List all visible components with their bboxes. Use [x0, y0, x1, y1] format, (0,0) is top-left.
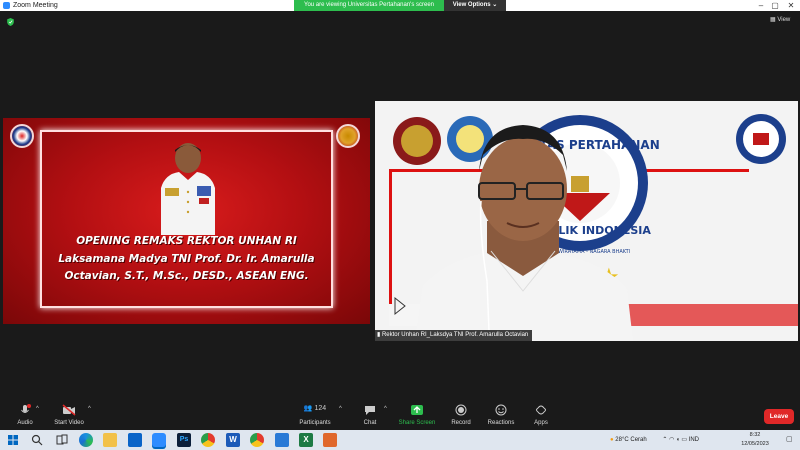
security-shield-icon[interactable]: [7, 18, 14, 26]
battery-icon[interactable]: ▭: [681, 437, 687, 443]
excel-icon[interactable]: X: [299, 433, 313, 447]
search-icon[interactable]: [30, 433, 44, 447]
share-screen-icon: [411, 405, 423, 415]
volume-icon[interactable]: ◖: [676, 437, 680, 443]
view-options-button[interactable]: View Options ⌄: [444, 0, 506, 11]
weather-text[interactable]: 28°C Cerah: [615, 437, 646, 443]
minimize-button[interactable]: –: [754, 0, 768, 11]
clock-date: 12/05/2023: [741, 441, 769, 447]
slide-name-line-1: Laksamana Madya TNI Prof. Dr. Ir. Amarul…: [58, 253, 315, 265]
video-off-icon: [62, 404, 76, 416]
tray-chevron-icon[interactable]: ⌃: [662, 437, 667, 443]
apps-button[interactable]: Apps: [516, 404, 566, 426]
apps-icon: [536, 405, 546, 415]
chrome-profile-icon[interactable]: [250, 433, 264, 447]
chrome-icon[interactable]: [201, 433, 215, 447]
weather-sun-icon: ●: [610, 437, 614, 443]
wifi-icon[interactable]: ◠: [669, 437, 674, 443]
video-options-chevron-icon[interactable]: ^: [88, 406, 91, 412]
reactions-smiley-icon: [495, 404, 507, 416]
task-view-icon[interactable]: [55, 433, 69, 447]
notifications-icon[interactable]: ▢: [786, 435, 793, 443]
camera-backdrop: ITAS PERTAHANAN PUBLIK INDONESIA WIRATAM…: [375, 101, 798, 341]
rector-portrait: [161, 143, 215, 235]
leave-button[interactable]: Leave: [764, 409, 794, 424]
file-explorer-icon[interactable]: [103, 433, 117, 447]
slide-name-line-2: Octavian, S.T., M.Sc., DESD., ASEAN ENG.: [64, 270, 309, 282]
university-logo-left: [10, 124, 34, 148]
zoom-taskbar-icon[interactable]: [152, 433, 166, 447]
word-icon[interactable]: W: [226, 433, 240, 447]
powerpoint-icon[interactable]: [323, 433, 337, 447]
shared-screen-slide: OPENING REMAKS REKTOR UNHAN RI Laksamana…: [3, 118, 370, 324]
slide-title: OPENING REMAKS REKTOR UNHAN RI: [76, 235, 297, 247]
chat-options-chevron-icon[interactable]: ^: [384, 406, 387, 412]
meeting-controls: Audio ^ Start Video ^ 👥 124 Participants…: [0, 400, 800, 430]
clock[interactable]: 8:32 12/05/2023: [740, 431, 770, 449]
share-screen-button[interactable]: Share Screen: [392, 404, 442, 426]
edge-browser-icon[interactable]: [79, 433, 93, 447]
window-title: Zoom Meeting: [13, 2, 58, 9]
photoshop-icon[interactable]: Ps: [177, 433, 191, 447]
screen-share-banner: You are viewing Universitas Pertahanan's…: [294, 0, 444, 11]
participant-video[interactable]: ITAS PERTAHANAN PUBLIK INDONESIA WIRATAM…: [375, 101, 798, 341]
maximize-button[interactable]: ▢: [768, 0, 782, 11]
chat-icon: [365, 406, 375, 415]
participants-options-chevron-icon[interactable]: ^: [339, 406, 342, 412]
start-video-button[interactable]: Start Video: [44, 404, 94, 426]
mail-icon[interactable]: [128, 433, 142, 447]
view-layout-button[interactable]: ▦ View: [770, 16, 790, 23]
participants-icon: 👥: [303, 405, 313, 412]
windows-start-icon[interactable]: [6, 433, 20, 447]
backdrop-motto: WIRATAMA - NAGARA BHAKTI: [558, 249, 630, 255]
university-logo-right: [336, 124, 360, 148]
language-indicator[interactable]: IND: [689, 437, 699, 443]
audio-options-chevron-icon[interactable]: ^: [36, 406, 39, 412]
record-icon: [455, 404, 467, 416]
audio-button[interactable]: Audio: [0, 404, 50, 426]
zoom-app-icon: [3, 2, 10, 9]
participant-name-label: ▮ Rektor Unhan RI_Laksdya TNI Prof. Amar…: [375, 330, 533, 341]
microphone-icon: [21, 404, 31, 413]
close-button[interactable]: ✕: [784, 0, 798, 11]
participants-button[interactable]: 👥 124 Participants: [290, 404, 340, 426]
photos-icon[interactable]: [275, 433, 289, 447]
system-tray: ● 28°C Cerah ⌃ ◠ ◖ ▭ IND: [610, 430, 699, 450]
participants-count: 124: [314, 405, 327, 412]
windows-taskbar: Ps W X ● 28°C Cerah ⌃ ◠ ◖ ▭ IND 8:32 12/…: [0, 430, 800, 450]
chat-button[interactable]: Chat: [345, 404, 395, 426]
clock-time: 8:32: [749, 432, 761, 438]
